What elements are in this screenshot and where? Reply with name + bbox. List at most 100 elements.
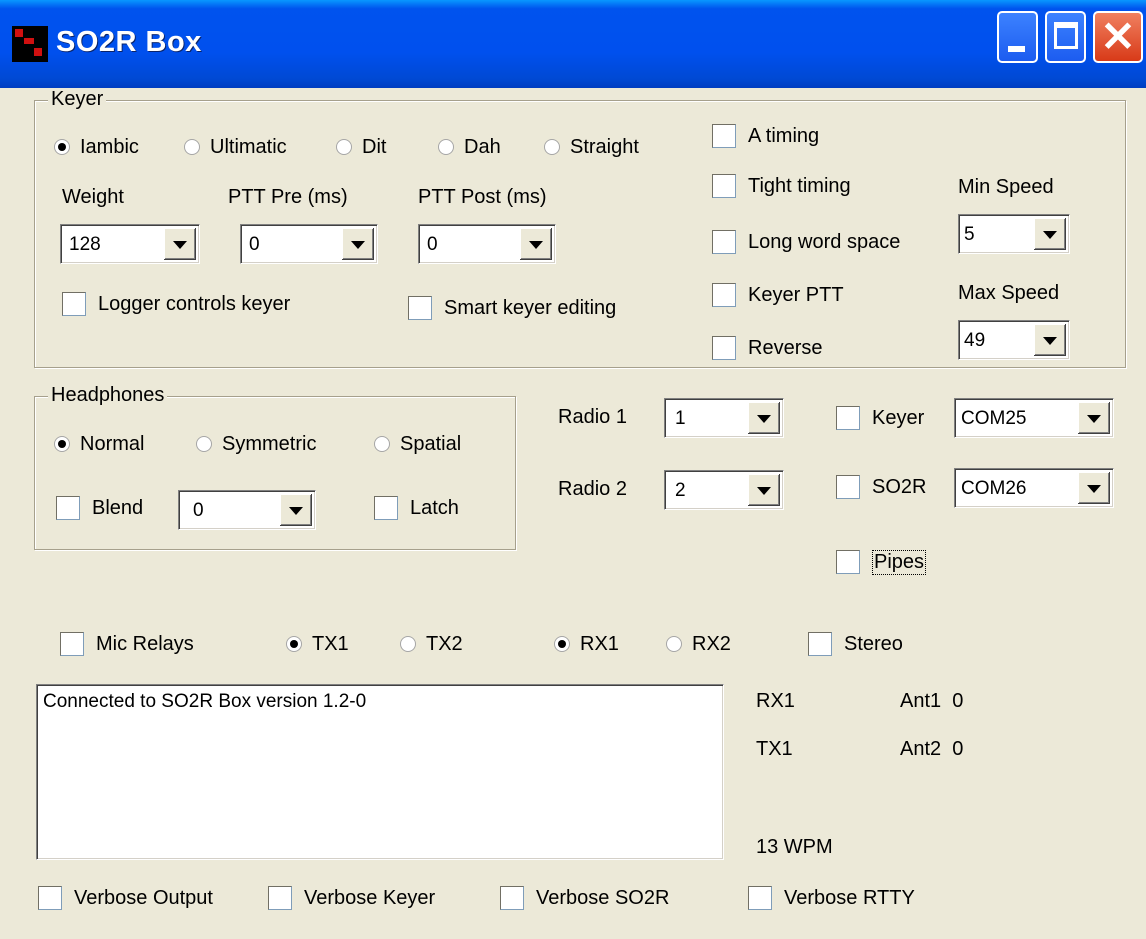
checkbox-box xyxy=(712,174,736,198)
radio-dot xyxy=(666,636,682,652)
radio-dot xyxy=(374,436,390,452)
close-icon: ✕ xyxy=(1100,13,1136,60)
headphones-mode-spatial[interactable]: Spatial xyxy=(374,432,461,456)
radio-dot xyxy=(54,139,70,155)
keyer-mode-ultimatic[interactable]: Ultimatic xyxy=(184,135,287,159)
min-speed-label: Min Speed xyxy=(958,176,1054,198)
max-speed-select[interactable]: 49 xyxy=(958,320,1070,360)
ptt-post-select[interactable]: 0 xyxy=(418,224,556,264)
so2r-box-window: SO2R Box ✕ Keyer Iambic Ultimatic Dit Da… xyxy=(0,0,1146,939)
keyer-mode-straight[interactable]: Straight xyxy=(544,135,639,159)
max-speed-label: Max Speed xyxy=(958,282,1060,304)
keyer-port-select[interactable]: COM25 xyxy=(954,398,1114,438)
chevron-down-icon[interactable] xyxy=(748,402,780,434)
keyer-port-checkbox[interactable]: Keyer xyxy=(836,404,924,432)
keyer-group-legend: Keyer xyxy=(48,88,107,111)
rx2-radio[interactable]: RX2 xyxy=(666,632,731,656)
radio-dot xyxy=(336,139,352,155)
long-word-space-checkbox[interactable]: Long word space xyxy=(712,228,900,256)
radio-dot xyxy=(544,139,560,155)
radio-dot xyxy=(286,636,302,652)
ptt-post-label: PTT Post (ms) xyxy=(418,186,547,208)
checkbox-box xyxy=(408,296,432,320)
close-button[interactable]: ✕ xyxy=(1093,11,1143,63)
so2r-port-checkbox[interactable]: SO2R xyxy=(836,473,926,501)
verbose-output-checkbox[interactable]: Verbose Output xyxy=(38,884,213,912)
checkbox-box xyxy=(268,886,292,910)
radio-dot xyxy=(438,139,454,155)
verbose-so2r-checkbox[interactable]: Verbose SO2R xyxy=(500,884,669,912)
minimize-button[interactable] xyxy=(997,11,1038,63)
status-rx: RX1 xyxy=(756,690,795,712)
chevron-down-icon[interactable] xyxy=(1078,402,1110,434)
headphones-mode-symmetric[interactable]: Symmetric xyxy=(196,432,316,456)
chevron-down-icon[interactable] xyxy=(748,474,780,506)
checkbox-box xyxy=(712,336,736,360)
checkbox-box xyxy=(712,124,736,148)
log-output[interactable]: Connected to SO2R Box version 1.2-0 xyxy=(36,684,724,860)
logger-controls-keyer-checkbox[interactable]: Logger controls keyer xyxy=(62,290,290,318)
chevron-down-icon[interactable] xyxy=(342,228,374,260)
checkbox-box xyxy=(60,632,84,656)
app-icon xyxy=(12,26,48,62)
chevron-down-icon[interactable] xyxy=(1078,472,1110,504)
radio2-label: Radio 2 xyxy=(558,478,627,500)
keyer-mode-dah[interactable]: Dah xyxy=(438,135,501,159)
checkbox-box xyxy=(836,475,860,499)
checkbox-box xyxy=(62,292,86,316)
checkbox-box xyxy=(836,550,860,574)
radio2-select[interactable]: 2 xyxy=(664,470,784,510)
tx1-radio[interactable]: TX1 xyxy=(286,632,349,656)
checkbox-box xyxy=(712,230,736,254)
radio-dot xyxy=(54,436,70,452)
weight-select[interactable]: 128 xyxy=(60,224,200,264)
checkbox-box xyxy=(500,886,524,910)
headphones-group-legend: Headphones xyxy=(48,384,168,407)
ptt-pre-label: PTT Pre (ms) xyxy=(228,186,348,208)
weight-label: Weight xyxy=(62,186,124,208)
chevron-down-icon[interactable] xyxy=(164,228,196,260)
chevron-down-icon[interactable] xyxy=(520,228,552,260)
checkbox-box xyxy=(712,283,736,307)
status-ant1: Ant1 0 xyxy=(900,690,964,712)
latch-checkbox[interactable]: Latch xyxy=(374,494,459,522)
checkbox-box xyxy=(748,886,772,910)
blend-checkbox[interactable]: Blend xyxy=(56,494,143,522)
stereo-checkbox[interactable]: Stereo xyxy=(808,630,903,658)
maximize-button[interactable] xyxy=(1045,11,1086,63)
so2r-port-select[interactable]: COM26 xyxy=(954,468,1114,508)
chevron-down-icon[interactable] xyxy=(1034,218,1066,250)
chevron-down-icon[interactable] xyxy=(280,494,312,526)
tx2-radio[interactable]: TX2 xyxy=(400,632,463,656)
mic-relays-checkbox[interactable]: Mic Relays xyxy=(60,630,194,658)
checkbox-box xyxy=(38,886,62,910)
checkbox-box xyxy=(836,406,860,430)
smart-keyer-editing-checkbox[interactable]: Smart keyer editing xyxy=(408,294,616,322)
radio1-label: Radio 1 xyxy=(558,406,627,428)
title-bar[interactable]: SO2R Box ✕ xyxy=(0,0,1146,88)
keyer-mode-dit[interactable]: Dit xyxy=(336,135,386,159)
min-speed-select[interactable]: 5 xyxy=(958,214,1070,254)
keyer-ptt-checkbox[interactable]: Keyer PTT xyxy=(712,281,844,309)
ptt-pre-select[interactable]: 0 xyxy=(240,224,378,264)
radio1-select[interactable]: 1 xyxy=(664,398,784,438)
verbose-rtty-checkbox[interactable]: Verbose RTTY xyxy=(748,884,915,912)
checkbox-box xyxy=(56,496,80,520)
radio-dot xyxy=(184,139,200,155)
radio-dot xyxy=(196,436,212,452)
a-timing-checkbox[interactable]: A timing xyxy=(712,122,819,150)
rx1-radio[interactable]: RX1 xyxy=(554,632,619,656)
status-ant2: Ant2 0 xyxy=(900,738,964,760)
keyer-mode-iambic[interactable]: Iambic xyxy=(54,135,139,159)
status-wpm: 13 WPM xyxy=(756,836,833,858)
pipes-checkbox[interactable]: Pipes xyxy=(836,548,927,576)
headphones-mode-normal[interactable]: Normal xyxy=(54,432,144,456)
blend-select[interactable]: 0 xyxy=(178,490,316,530)
reverse-checkbox[interactable]: Reverse xyxy=(712,334,822,362)
checkbox-box xyxy=(808,632,832,656)
checkbox-box xyxy=(374,496,398,520)
status-tx: TX1 xyxy=(756,738,793,760)
chevron-down-icon[interactable] xyxy=(1034,324,1066,356)
tight-timing-checkbox[interactable]: Tight timing xyxy=(712,172,851,200)
verbose-keyer-checkbox[interactable]: Verbose Keyer xyxy=(268,884,435,912)
